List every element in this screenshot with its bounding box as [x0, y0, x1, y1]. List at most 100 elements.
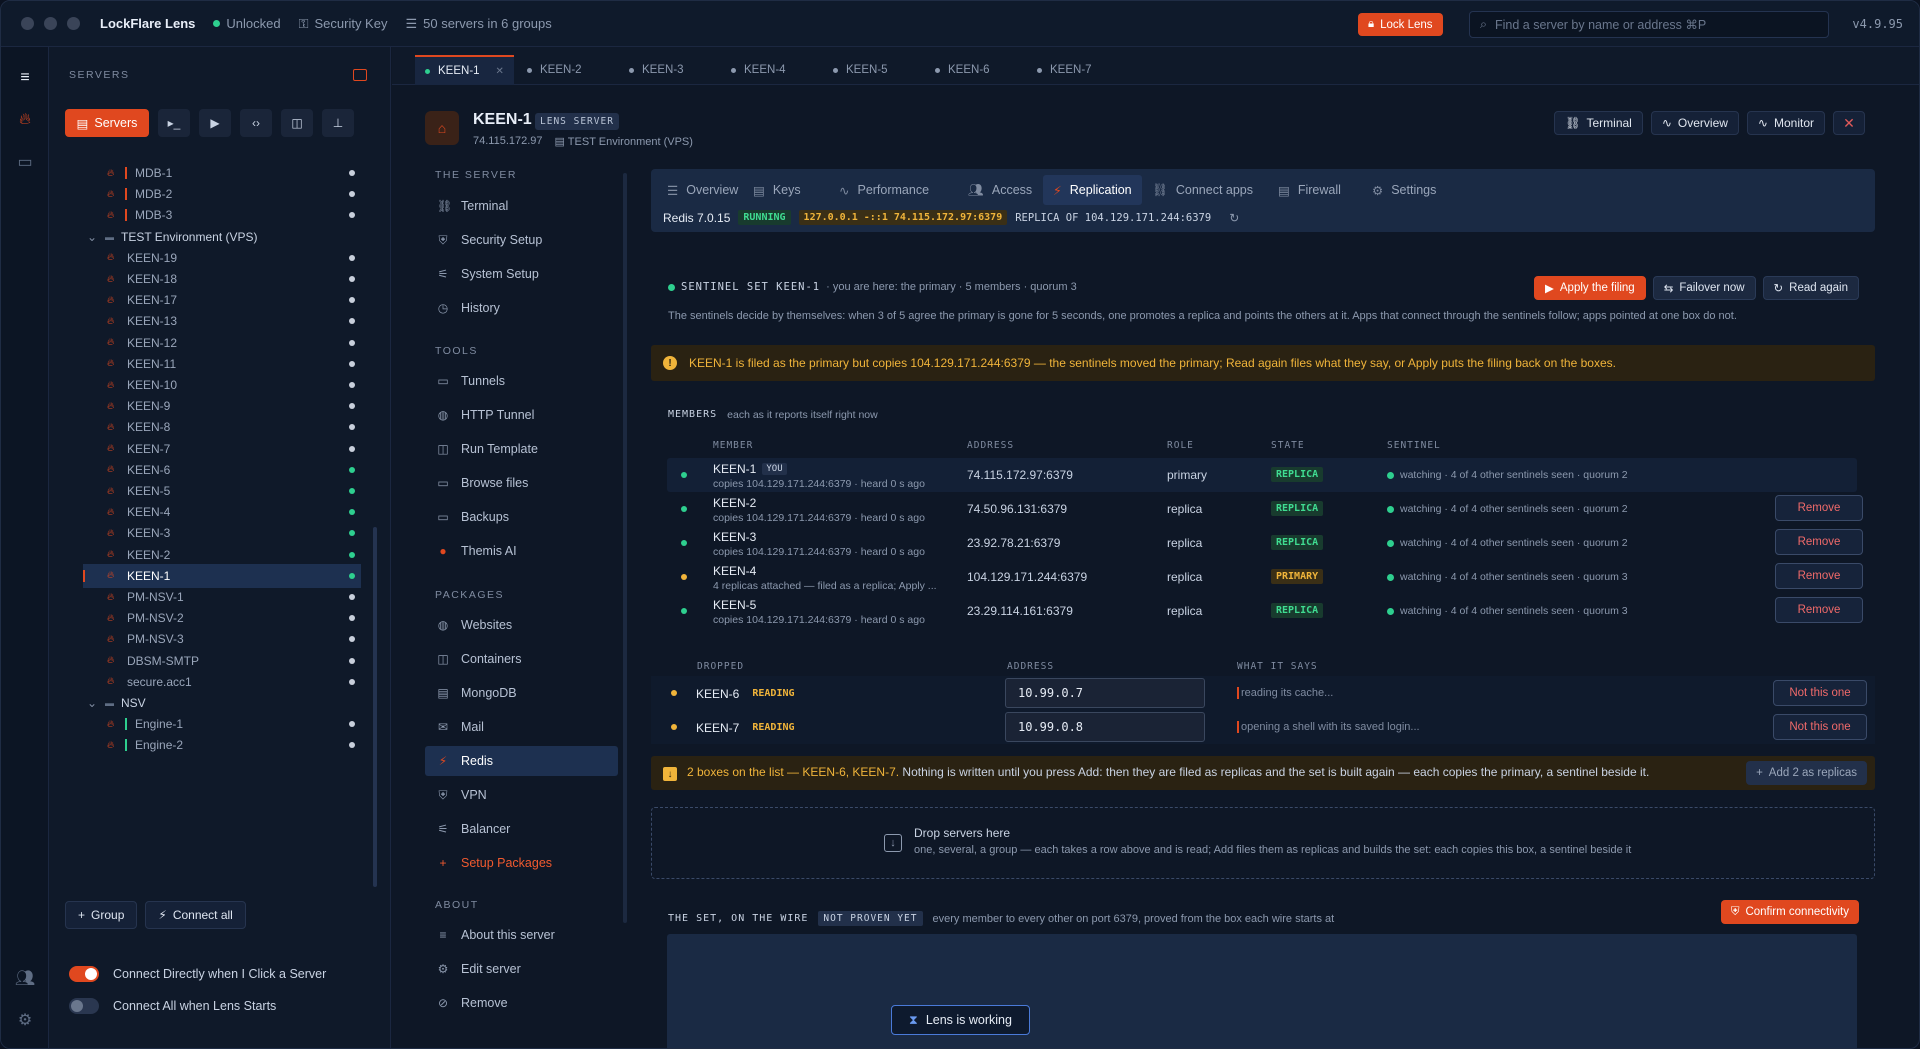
flame-icon: 🔥︎	[107, 612, 115, 624]
close-tab-icon[interactable]: ✕	[496, 66, 504, 77]
not-this-one-button[interactable]: Not this one	[1773, 714, 1867, 740]
users-rail-icon[interactable]: 👥︎	[14, 967, 36, 989]
nav-item-tunnels[interactable]: ▭ Tunnels	[425, 366, 618, 396]
nav-item-remove[interactable]: ⊘ Remove	[425, 988, 618, 1018]
toggle-switch[interactable]	[69, 998, 99, 1014]
chevron-down-icon[interactable]: ⌄	[87, 696, 105, 710]
subtab-firewall[interactable]: ▤ Firewall	[1268, 175, 1351, 205]
tree-server[interactable]: 🔥︎ Engine-2	[107, 733, 361, 757]
flame-rail-icon[interactable]: 🔥︎	[14, 109, 36, 131]
nav-item-redis[interactable]: ⚡︎ Redis	[425, 746, 618, 776]
nav-item-about-this-server[interactable]: ≡ About this server	[425, 920, 618, 950]
sidebar-collapse-icon[interactable]	[353, 69, 367, 81]
col-state: STATE	[1271, 440, 1305, 451]
add-replicas-button[interactable]: + Add 2 as replicas	[1746, 761, 1867, 785]
search-input[interactable]: ⌕ Find a server by name or address ⌘P	[1469, 11, 1829, 38]
pulse-icon: ∿	[1757, 116, 1768, 130]
subtab-settings[interactable]: ⚙ Settings	[1362, 175, 1446, 205]
connect-all-button[interactable]: ⚡︎ Connect all	[145, 901, 246, 929]
nav-item-run-template[interactable]: ◫ Run Template	[425, 434, 618, 464]
confirm-connectivity-button[interactable]: ⛨ Confirm connectivity	[1720, 900, 1859, 924]
terminal-tool-button[interactable]: ▸_	[158, 109, 190, 137]
address-input[interactable]: 10.99.0.7	[1005, 678, 1205, 708]
overview-button[interactable]: ∿ Overview	[1650, 111, 1739, 135]
nav-item-edit-server[interactable]: ⚙ Edit server	[425, 954, 618, 984]
nav-item-mail[interactable]: ✉ Mail	[425, 712, 618, 742]
apply-filing-button[interactable]: ▶ Apply the filing	[1534, 276, 1646, 300]
toggle-connect-all[interactable]: Connect All when Lens Starts	[69, 998, 276, 1014]
nav-item-mongodb[interactable]: ▤ MongoDB	[425, 678, 618, 708]
toggle-switch[interactable]	[69, 966, 99, 982]
tab-keen-2[interactable]: KEEN-2	[517, 55, 592, 85]
tree-server-label: DBSM-SMTP	[127, 653, 199, 668]
nav-item-setup-packages[interactable]: + Setup Packages	[425, 848, 618, 878]
nav-item-containers[interactable]: ◫ Containers	[425, 644, 618, 674]
nav-item-security-setup[interactable]: ⛨ Security Setup	[425, 225, 618, 255]
servers-rail-icon[interactable]: ≡	[14, 67, 36, 89]
maximize-window-button[interactable]	[67, 17, 80, 30]
nav-item-http-tunnel[interactable]: ◍ HTTP Tunnel	[425, 400, 618, 430]
refresh-icon[interactable]: ↻	[1229, 211, 1239, 225]
subtab-access[interactable]: 👥︎ Access	[958, 175, 1042, 205]
nav-item-themis-ai[interactable]: ● Themis AI	[425, 536, 618, 566]
package-tool-button[interactable]: ◫	[281, 109, 313, 137]
member-state-badge: REPLICA	[1271, 501, 1324, 516]
remove-member-button[interactable]: Remove	[1775, 563, 1863, 589]
tab-status-dot-icon	[629, 67, 634, 73]
tab-keen-7[interactable]: KEEN-7	[1027, 55, 1102, 85]
add-group-button[interactable]: + Group	[65, 901, 138, 929]
network-tool-button[interactable]: ⊥	[322, 109, 354, 137]
subtab-overview[interactable]: ☰ Overview	[657, 175, 748, 205]
nav-item-websites[interactable]: ◍ Websites	[425, 610, 618, 640]
read-again-button[interactable]: ↻ Read again	[1762, 276, 1859, 300]
sidebar-scrollbar[interactable]	[373, 527, 377, 887]
flame-icon: 🔥︎	[107, 655, 115, 667]
remove-member-button[interactable]: Remove	[1775, 495, 1863, 521]
nav-item-system-setup[interactable]: ⚟ System Setup	[425, 259, 618, 289]
subtab-replication[interactable]: ⚡︎ Replication	[1043, 175, 1142, 205]
gear-icon[interactable]: ⚙	[14, 1009, 36, 1031]
tab-keen-5[interactable]: KEEN-5	[823, 55, 898, 85]
subtab-connect-apps[interactable]: ⛓︎ Connect apps	[1142, 175, 1263, 205]
sentinel-header: SENTINEL SET KEEN-1 · you are here: the …	[668, 281, 1077, 293]
nav-item-vpn[interactable]: ⛨ VPN	[425, 780, 618, 810]
nav-heading-tools: TOOLS	[435, 345, 478, 357]
nav-scrollbar[interactable]	[623, 173, 627, 923]
link-icon: ⛓︎	[1565, 116, 1581, 130]
folder-rail-icon[interactable]: ▭	[14, 151, 36, 173]
nav-item-history[interactable]: ◷ History	[425, 293, 618, 323]
status-dot-icon	[349, 297, 355, 304]
subtab-keys[interactable]: ▤ Keys	[743, 175, 811, 205]
nav-item-label: Backups	[461, 510, 509, 524]
tab-keen-4[interactable]: KEEN-4	[721, 55, 796, 85]
code-tool-button[interactable]: ‹›	[240, 109, 272, 137]
col-dropped: DROPPED	[697, 661, 745, 672]
nav-item-backups[interactable]: ▭ Backups	[425, 502, 618, 532]
nav-item-balancer[interactable]: ⚟ Balancer	[425, 814, 618, 844]
servers-button[interactable]: ▤ Servers	[65, 109, 149, 137]
lock-lens-button[interactable]: 🔒︎ Lock Lens	[1358, 13, 1443, 36]
nav-item-terminal[interactable]: ⛓︎ Terminal	[425, 191, 618, 221]
monitor-button[interactable]: ∿ Monitor	[1746, 111, 1825, 135]
tab-keen-3[interactable]: KEEN-3	[619, 55, 694, 85]
remove-member-button[interactable]: Remove	[1775, 529, 1863, 555]
not-this-one-button[interactable]: Not this one	[1773, 680, 1867, 706]
chevron-down-icon[interactable]: ⌄	[87, 230, 105, 244]
nav-item-browse-files[interactable]: ▭ Browse files	[425, 468, 618, 498]
sentinel-text: watching · 4 of 4 other sentinels seen ·…	[1400, 537, 1628, 549]
close-server-button[interactable]: ✕	[1833, 111, 1865, 135]
tab-keen-1[interactable]: KEEN-1 ✕	[415, 55, 514, 85]
address-input[interactable]: 10.99.0.8	[1005, 712, 1205, 742]
subtab-performance[interactable]: ∿ Performance	[829, 175, 939, 205]
close-window-button[interactable]	[21, 17, 34, 30]
failover-button[interactable]: ⇆ Failover now	[1652, 276, 1756, 300]
tab-keen-6[interactable]: KEEN-6	[925, 55, 1000, 85]
terminal-button[interactable]: ⛓︎ Terminal	[1554, 111, 1643, 135]
play-tool-button[interactable]: ▶	[199, 109, 231, 137]
tree-server-label: KEEN-4	[127, 505, 171, 520]
color-tag	[125, 188, 127, 201]
toggle-connect-directly[interactable]: Connect Directly when I Click a Server	[69, 966, 326, 982]
drop-zone[interactable]: ↓ Drop servers here one, several, a grou…	[651, 807, 1875, 879]
remove-member-button[interactable]: Remove	[1775, 597, 1863, 623]
minimize-window-button[interactable]	[44, 17, 57, 30]
